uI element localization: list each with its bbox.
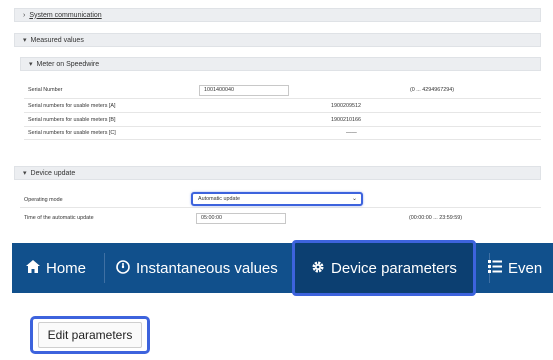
section-measured-values-label: Measured values bbox=[30, 36, 84, 44]
operating-mode-label: Operating mode bbox=[24, 197, 63, 203]
table-row: Serial numbers for usable meters [B] 190… bbox=[24, 114, 541, 127]
nav-device-parameters[interactable]: Device parameters bbox=[292, 240, 476, 296]
nav-home[interactable]: Home bbox=[26, 243, 86, 293]
chevron-down-icon: ▾ bbox=[23, 37, 27, 44]
nav-instantaneous-values[interactable]: Instantaneous values bbox=[116, 243, 278, 293]
nav-events-label: Even bbox=[508, 259, 543, 277]
section-meter-on-speedwire[interactable]: ▾ Meter on Speedwire bbox=[20, 57, 541, 71]
serial-number-range: (0 ... 4294967294) bbox=[410, 87, 455, 93]
update-time-label: Time of the automatic update bbox=[24, 215, 94, 221]
row-label: Serial numbers for usable meters [A] bbox=[28, 103, 116, 109]
home-icon bbox=[26, 260, 40, 276]
edit-parameters-highlight: Edit parameters bbox=[30, 316, 150, 354]
gear-icon bbox=[311, 260, 325, 277]
nav-home-label: Home bbox=[46, 259, 87, 277]
chevron-down-icon: ▾ bbox=[23, 170, 27, 177]
row-label: Serial Number bbox=[28, 87, 63, 93]
nav-events[interactable]: Even bbox=[488, 243, 542, 293]
table-row: Serial numbers for usable meters [A] 190… bbox=[24, 100, 541, 113]
table-row: Serial Number 1001400040 (0 ... 42949672… bbox=[24, 84, 541, 99]
row-value: 1900210166 bbox=[331, 117, 361, 123]
serial-number-input[interactable]: 1001400040 bbox=[199, 85, 289, 96]
nav-divider bbox=[104, 253, 105, 283]
gauge-icon bbox=[116, 259, 130, 277]
operating-mode-value: Automatic update bbox=[198, 196, 240, 202]
section-device-update[interactable]: ▾ Device update bbox=[14, 166, 541, 180]
section-device-update-label: Device update bbox=[30, 169, 76, 177]
edit-parameters-button[interactable]: Edit parameters bbox=[37, 322, 143, 348]
list-icon bbox=[488, 260, 502, 276]
section-system-communication[interactable]: › System communication bbox=[14, 8, 541, 22]
row-value: 1900209512 bbox=[331, 103, 361, 109]
section-measured-values[interactable]: ▾ Measured values bbox=[14, 33, 541, 47]
nav-device-parameters-label: Device parameters bbox=[331, 259, 457, 277]
chevron-down-icon: ▾ bbox=[29, 61, 33, 68]
table-row: Serial numbers for usable meters [C] —— bbox=[24, 127, 541, 140]
row-label: Serial numbers for usable meters [B] bbox=[28, 117, 116, 123]
chevron-down-icon: ⌄ bbox=[351, 196, 357, 202]
row-label: Serial numbers for usable meters [C] bbox=[28, 130, 116, 136]
section-system-communication-label[interactable]: System communication bbox=[29, 12, 101, 19]
section-meter-on-speedwire-label: Meter on Speedwire bbox=[36, 60, 100, 68]
operating-mode-select[interactable]: Automatic update ⌄ bbox=[191, 192, 363, 206]
row-value: —— bbox=[346, 130, 357, 136]
update-time-input[interactable]: 05:00:00 bbox=[196, 213, 286, 224]
chevron-right-icon: › bbox=[23, 11, 26, 19]
nav-instantaneous-label: Instantaneous values bbox=[136, 259, 278, 277]
update-time-range: (00:00:00 ... 23:59:59) bbox=[409, 215, 463, 221]
